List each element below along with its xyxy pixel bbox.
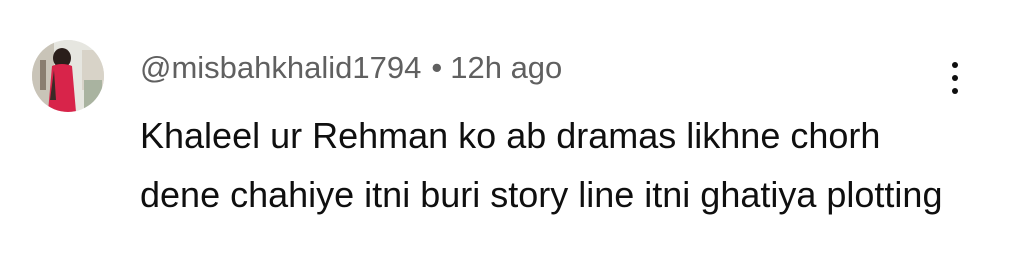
comment-header: @misbahkhalid1794 • 12h ago: [140, 50, 562, 86]
more-dot: [952, 88, 958, 94]
avatar-image: [32, 40, 104, 112]
avatar[interactable]: [32, 40, 104, 112]
comment-item: @misbahkhalid1794 • 12h ago Khaleel ur Reh…: [0, 0, 1024, 273]
comment-text: Khaleel ur Rehman ko ab dramas likhne ch…: [140, 115, 943, 215]
separator-dot: •: [431, 50, 443, 85]
more-vertical-icon[interactable]: [940, 58, 970, 98]
timestamp[interactable]: 12h ago: [450, 50, 562, 85]
more-dot: [952, 75, 958, 81]
more-dot: [952, 62, 958, 68]
author-handle[interactable]: @misbahkhalid1794: [140, 50, 421, 85]
